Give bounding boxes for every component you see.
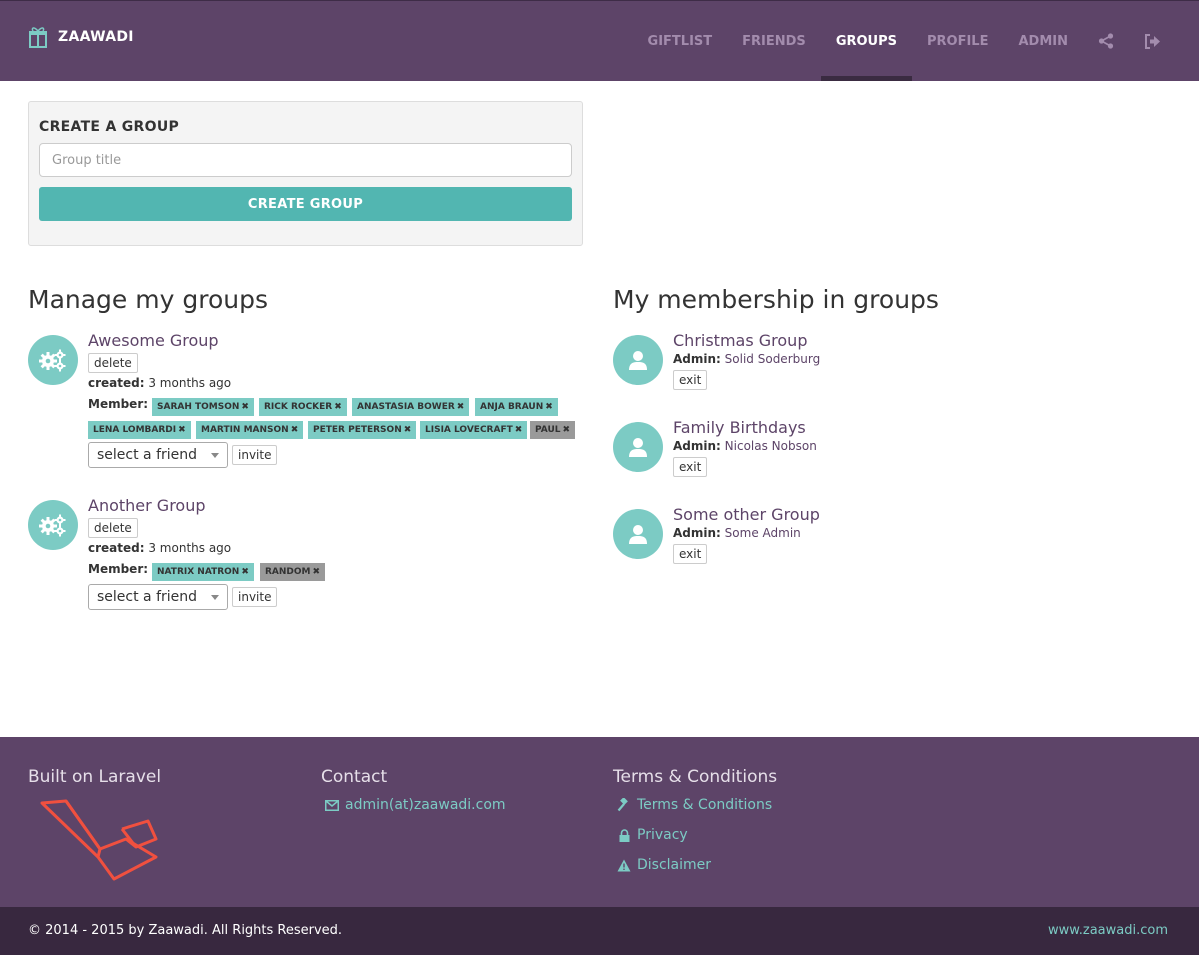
gavel-icon [617,798,628,812]
caret-down-icon [211,453,219,458]
create-group-button[interactable]: CREATE GROUP [39,187,572,221]
group-title-link[interactable]: Another Group [88,496,231,516]
remove-icon: ✖ [562,425,571,435]
top-navbar: ZAAWADI GIFTLIST FRIENDS GROUPS PROFILE … [0,0,1199,81]
membership-group-card: Some other Group Admin: Some Admin exit [613,505,1013,570]
group-title-link[interactable]: Christmas Group [673,331,820,351]
laravel-logo-icon [40,799,158,881]
delete-group-button[interactable]: delete [88,353,138,373]
membership-heading: My membership in groups [613,285,939,314]
nav-admin[interactable]: ADMIN [1003,1,1083,81]
user-icon [629,438,647,457]
invite-button[interactable]: invite [232,587,278,607]
cogs-icon [39,514,66,537]
warning-icon [617,859,631,871]
group-title-input[interactable] [39,143,572,177]
gift-icon [29,27,47,48]
group-title-link[interactable]: Awesome Group [88,331,231,351]
membership-group-card: Family Birthdays Admin: Nicolas Nobson e… [613,418,1013,483]
remove-icon: ✖ [241,567,249,577]
cogs-icon [39,349,66,372]
member-tag[interactable]: PAUL ✖ [530,421,576,439]
share-button[interactable] [1083,1,1129,81]
remove-icon: ✖ [241,402,249,412]
manage-groups-heading: Manage my groups [28,285,268,314]
sign-out-icon [1144,33,1160,49]
sign-out-button[interactable] [1129,1,1175,81]
member-tag[interactable]: RANDOM ✖ [260,563,326,581]
admin-link[interactable]: Nicolas Nobson [725,439,817,453]
site-link[interactable]: www.zaawadi.com [1048,923,1168,938]
member-tag[interactable]: ANASTASIA BOWER ✖ [352,398,470,416]
nav-giftlist[interactable]: GIFTLIST [633,1,728,81]
admin-info: Admin: Some Admin [673,526,801,540]
create-group-panel: CREATE A GROUP CREATE GROUP [28,101,583,246]
member-tag[interactable]: MARTIN MANSON ✖ [196,421,304,439]
membership-group-card: Christmas Group Admin: Solid Soderburg e… [613,331,1013,396]
nav-groups[interactable]: GROUPS [820,1,912,81]
member-tag[interactable]: ANJA BRAUN ✖ [475,398,558,416]
member-tag[interactable]: RICK ROCKER ✖ [259,398,347,416]
share-icon [1098,33,1114,49]
lock-icon [619,828,629,842]
copyright-text: © 2014 - 2015 by Zaawadi. All Rights Res… [28,923,343,938]
group-title-link[interactable]: Some other Group [673,505,820,525]
user-icon [629,351,647,370]
admin-info: Admin: Solid Soderburg [673,352,821,366]
group-avatar [613,335,663,385]
admin-link[interactable]: Solid Soderburg [725,352,821,366]
nav-friends[interactable]: FRIENDS [727,1,821,81]
footer-contact-heading: Contact [321,767,388,787]
group-avatar [613,422,663,472]
brand[interactable]: ZAAWADI [28,26,134,48]
footer-terms-heading: Terms & Conditions [613,767,778,787]
footer-laravel-heading: Built on Laravel [28,767,162,787]
remove-icon: ✖ [334,402,342,412]
remove-icon: ✖ [545,402,553,412]
group-avatar [613,509,663,559]
nav-profile[interactable]: PROFILE [912,1,1003,81]
bottom-bar: © 2014 - 2015 by Zaawadi. All Rights Res… [0,907,1199,955]
friend-select[interactable]: select a friend [88,584,228,610]
remove-icon: ✖ [290,425,299,435]
admin-info: Admin: Nicolas Nobson [673,439,817,453]
admin-link[interactable]: Some Admin [725,526,801,540]
member-tag[interactable]: LISIA LOVECRAFT ✖ [420,421,528,439]
privacy-link[interactable]: Privacy [617,827,688,843]
terms-link[interactable]: Terms & Conditions [617,797,772,813]
create-group-heading: CREATE A GROUP [39,119,180,135]
member-tag[interactable]: PETER PETERSON ✖ [308,421,417,439]
group-avatar [28,335,78,385]
group-title-link[interactable]: Family Birthdays [673,418,817,438]
remove-icon: ✖ [312,567,321,577]
disclaimer-link[interactable]: Disclaimer [617,857,711,873]
member-tag[interactable]: SARAH TOMSON ✖ [152,398,254,416]
member-tag[interactable]: NATRIX NATRON ✖ [152,563,254,581]
caret-down-icon [211,595,219,600]
envelope-icon [325,799,339,811]
created-info: created: 3 months ago [88,376,232,390]
nav-menu: GIFTLIST FRIENDS GROUPS PROFILE ADMIN [633,1,1175,81]
brand-name: ZAAWADI [58,29,134,45]
group-avatar [28,500,78,550]
exit-group-button[interactable]: exit [673,457,708,477]
exit-group-button[interactable]: exit [673,370,708,390]
delete-group-button[interactable]: delete [88,518,138,538]
remove-icon: ✖ [456,402,465,412]
remove-icon: ✖ [403,425,412,435]
created-info: created: 3 months ago [88,541,232,555]
remove-icon: ✖ [178,425,186,435]
contact-email-link[interactable]: admin(at)zaawadi.com [325,797,506,813]
user-icon [629,525,647,544]
managed-group-card: Awesome Group delete created: 3 months a… [28,331,588,476]
remove-icon: ✖ [514,425,523,435]
friend-select[interactable]: select a friend [88,442,228,468]
exit-group-button[interactable]: exit [673,544,708,564]
invite-button[interactable]: invite [232,445,278,465]
footer: Built on Laravel Contact admin(at)zaawad… [0,737,1199,907]
managed-group-card: Another Group delete created: 3 months a… [28,496,588,616]
member-tag[interactable]: LENA LOMBARDI ✖ [88,421,191,439]
